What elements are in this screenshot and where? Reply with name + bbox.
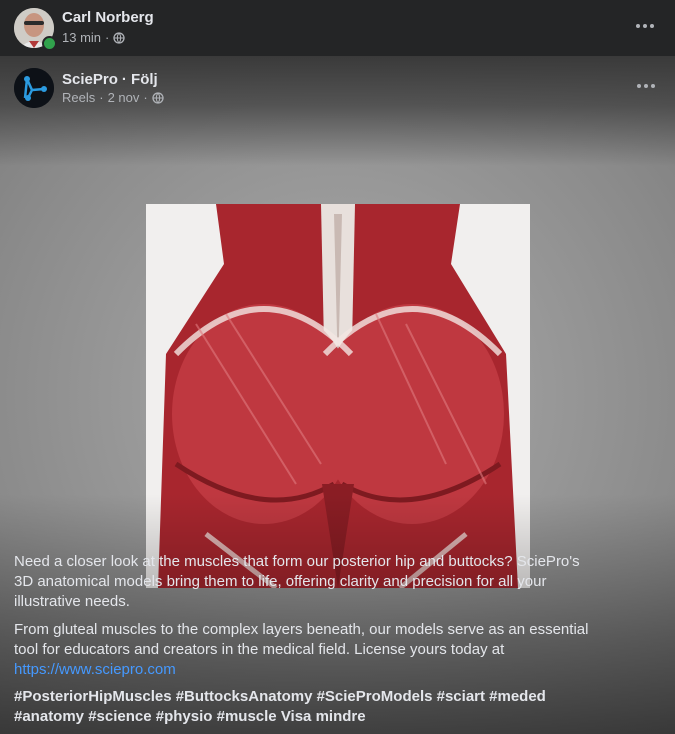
- shared-post-header: Carl Norberg 13 min ·: [0, 0, 675, 56]
- meta-separator: ·: [105, 30, 110, 45]
- post-meta: Reels · 2 nov ·: [62, 90, 164, 105]
- meta-separator: ·: [99, 90, 104, 105]
- sharer-name[interactable]: Carl Norberg: [62, 9, 154, 26]
- globe-icon: [152, 91, 164, 104]
- follow-button[interactable]: · Följ: [122, 71, 158, 88]
- reel-video[interactable]: SciePro · Följ Reels · 2 nov · Need a cl…: [0, 56, 675, 734]
- page-title-row: SciePro · Följ: [62, 71, 158, 88]
- caption-paragraph-1: Need a closer look at the muscles that f…: [14, 553, 580, 610]
- meta-separator: ·: [143, 90, 148, 105]
- page-avatar[interactable]: [14, 68, 54, 108]
- caption-paragraph-2: From gluteal muscles to the complex laye…: [14, 620, 594, 680]
- post-time[interactable]: 13 min: [62, 30, 101, 45]
- globe-icon: [113, 31, 126, 44]
- more-options-icon[interactable]: [633, 16, 657, 36]
- post-type[interactable]: Reels: [62, 90, 95, 105]
- sharer-meta: 13 min ·: [62, 30, 126, 45]
- more-options-icon[interactable]: [634, 76, 658, 96]
- hashtag-list: #PosteriorHipMuscles #ButtocksAnatomy #S…: [14, 687, 574, 727]
- page-name[interactable]: SciePro: [62, 71, 118, 88]
- sciepro-logo-icon: [14, 68, 54, 108]
- online-status-dot: [42, 36, 57, 51]
- caption-text: From gluteal muscles to the complex laye…: [14, 621, 589, 658]
- website-link[interactable]: https://www.sciepro.com: [14, 661, 176, 678]
- post-date[interactable]: 2 nov: [108, 90, 140, 105]
- see-less-button[interactable]: Visa mindre: [281, 708, 366, 725]
